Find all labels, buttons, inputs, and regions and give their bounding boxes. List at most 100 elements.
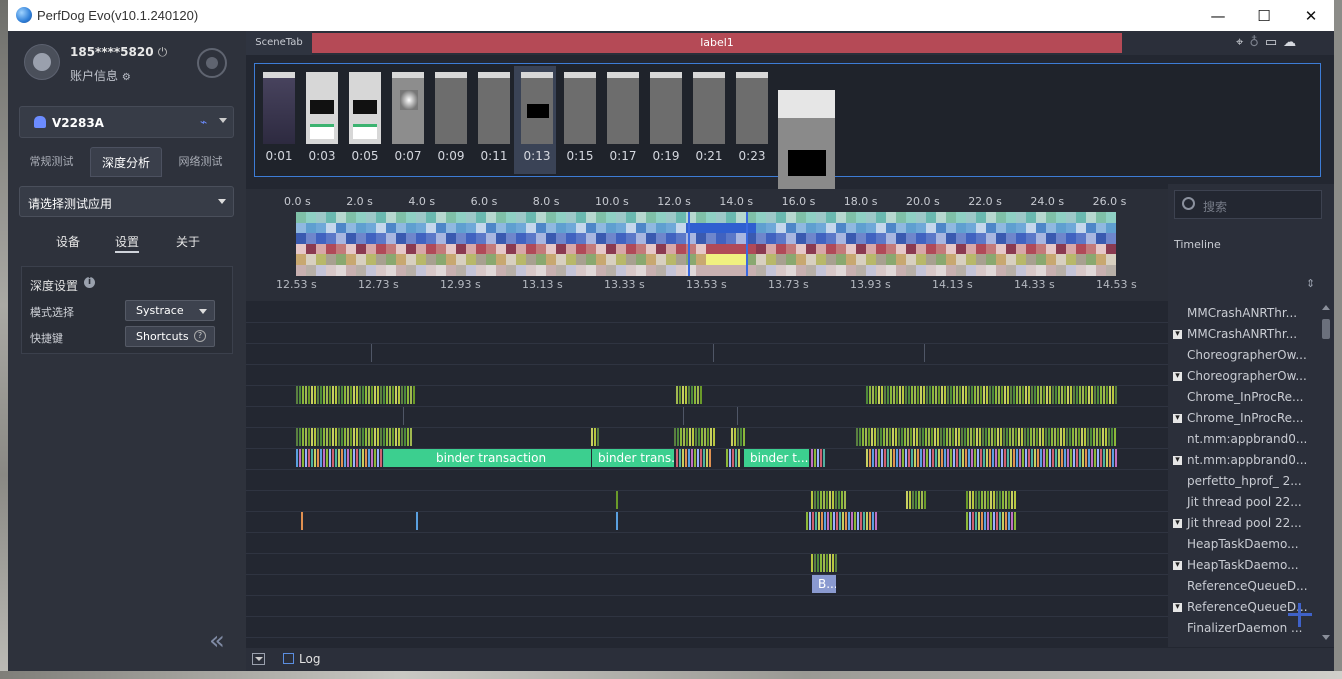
trace-track-row[interactable] (246, 406, 1168, 428)
app-select-placeholder: 请选择测试应用 (28, 197, 113, 211)
thread-name-label: ChoreographerOw... (1187, 348, 1307, 362)
thread-name-row[interactable]: nt.mm:appbrand0... (1168, 429, 1318, 450)
thread-name-row[interactable]: Chrome_InProcRe... (1168, 387, 1318, 408)
trace-track-row[interactable] (246, 490, 1168, 512)
trace-track-row[interactable] (246, 511, 1168, 533)
mode-select-value: Systrace (136, 304, 184, 317)
binder-slice-1[interactable]: binder transaction (384, 449, 591, 467)
chevron-down-icon (255, 657, 263, 661)
b-slice[interactable]: B... (812, 575, 836, 593)
trace-track-row[interactable] (246, 322, 1168, 344)
trace-track-row[interactable] (246, 616, 1168, 638)
thumbnail-time-label: 0:23 (738, 149, 766, 163)
time-tick-label: 12.0 s (657, 195, 691, 208)
cloud-icon[interactable]: ☁ (1283, 35, 1302, 50)
log-checkbox[interactable] (283, 653, 294, 664)
screenshot-thumbnail[interactable] (521, 72, 553, 144)
location-pin-icon[interactable]: ⌖ (1236, 35, 1249, 50)
binder-slice-2[interactable]: binder trans... (592, 449, 674, 467)
trace-track-row[interactable] (246, 574, 1168, 596)
screenshot-thumbnail[interactable] (736, 72, 768, 144)
trace-track-row[interactable] (246, 469, 1168, 491)
screenshot-thumbnail[interactable] (650, 72, 682, 144)
thread-name-row[interactable]: ▾ Jit thread pool 22... (1168, 513, 1318, 534)
screenshot-thumbnail[interactable] (478, 72, 510, 144)
thread-name-row[interactable]: perfetto_hprof_ 2... (1168, 471, 1318, 492)
deep-settings-title: 深度设置 (30, 279, 79, 293)
collapse-panel-icon[interactable]: « (209, 628, 225, 654)
thread-name-row[interactable]: MMCrashANRThr... (1168, 303, 1318, 324)
thread-name-row[interactable]: ▾ nt.mm:appbrand0... (1168, 450, 1318, 471)
thread-name-row[interactable]: Jit thread pool 22... (1168, 492, 1318, 513)
search-input[interactable]: 搜索 (1174, 190, 1322, 219)
thumbnail-time-label: 0:19 (652, 149, 680, 163)
thread-name-row[interactable]: ▾ Chrome_InProcRe... (1168, 408, 1318, 429)
lightbulb-icon[interactable]: ♁ (1249, 35, 1265, 50)
thread-name-row[interactable]: ▾ HeapTaskDaemo... (1168, 555, 1318, 576)
maximize-button[interactable]: ☐ (1241, 0, 1287, 31)
expand-icon[interactable]: ▾ (1173, 519, 1182, 528)
thread-name-row[interactable]: HeapTaskDaemo... (1168, 534, 1318, 555)
screenshot-thumbnail[interactable] (564, 72, 596, 144)
scroll-up-icon[interactable] (1322, 305, 1330, 310)
close-button[interactable]: ✕ (1288, 0, 1334, 31)
info-icon[interactable]: i (84, 277, 95, 288)
expand-icon[interactable]: ▾ (1173, 330, 1182, 339)
mode-select[interactable]: Systrace (125, 300, 215, 321)
screenshot-strip[interactable]: 0:01 0:03 0:05 0:07 0:09 0:11 0:13 0:15 0:17 0:19… (254, 63, 1321, 219)
shortcuts-button[interactable]: Shortcuts ? (125, 326, 215, 347)
trace-track-row[interactable] (246, 343, 1168, 365)
trace-track-row[interactable] (246, 532, 1168, 554)
expand-icon[interactable]: ▾ (1173, 603, 1182, 612)
cpu-heatmap[interactable] (296, 212, 1116, 276)
screenshot-thumbnail[interactable] (435, 72, 467, 144)
scroll-thumb[interactable] (1322, 319, 1330, 339)
panel-toggle-button[interactable] (252, 653, 265, 665)
expand-icon[interactable]: ▾ (1173, 414, 1182, 423)
folder-icon[interactable]: ▭ (1265, 35, 1283, 50)
subtab-device[interactable]: 设备 (56, 233, 80, 250)
thread-name-row[interactable]: ▾ ChoreographerOw... (1168, 366, 1318, 387)
trace-tracks[interactable]: binder transactionbinder trans... binder … (246, 301, 1168, 647)
scroll-down-icon[interactable] (1322, 635, 1330, 640)
main-area: SceneTab label1 ⌖♁▭☁ 0:01 0:03 0:05 0:07 0:0… (246, 31, 1334, 671)
screenshot-thumbnail[interactable] (392, 72, 424, 144)
thumbnail-time-label: 0:07 (394, 149, 422, 163)
sort-icon[interactable]: ⇕ (1306, 277, 1315, 290)
subtab-about[interactable]: 关于 (176, 233, 200, 250)
device-selector[interactable]: V2283A ⌁ (19, 106, 234, 138)
thread-name-row[interactable]: ChoreographerOw... (1168, 345, 1318, 366)
power-icon[interactable]: ⏻ (158, 45, 168, 59)
subtab-settings[interactable]: 设置 (115, 233, 140, 253)
scene-tab[interactable]: SceneTab (246, 31, 312, 55)
time-ruler[interactable]: 0.0 s 2.0 s 4.0 s 6.0 s 8.0 s 10.0 s 12.0 s 14.… (246, 189, 1168, 301)
screenshot-thumbnail[interactable] (349, 72, 381, 144)
scene-label-bar[interactable]: label1 (312, 33, 1122, 53)
thread-name-row[interactable]: ▾ MMCrashANRThr... (1168, 324, 1318, 345)
screenshot-thumbnail[interactable] (306, 72, 338, 144)
binder-slice-3[interactable]: binder t... (744, 449, 809, 467)
expand-icon[interactable]: ▾ (1173, 372, 1182, 381)
minimize-button[interactable]: — (1195, 0, 1241, 31)
account-info-link[interactable]: 账户信息 ⚙ (70, 67, 131, 84)
trace-track-row[interactable] (246, 364, 1168, 386)
tab-network-test[interactable]: 网络测试 (167, 147, 234, 177)
app-select[interactable]: 请选择测试应用 (19, 186, 234, 217)
trace-track-row[interactable] (246, 595, 1168, 617)
title-bar: PerfDog Evo(v10.1.240120) — ☐ ✕ (8, 0, 1334, 31)
trace-track-row[interactable] (246, 553, 1168, 575)
screenshot-thumbnail[interactable] (607, 72, 639, 144)
expand-icon[interactable]: ▾ (1173, 456, 1182, 465)
tab-normal-test[interactable]: 常规测试 (19, 147, 84, 177)
avatar[interactable] (24, 44, 60, 80)
expand-icon[interactable]: ▾ (1173, 561, 1182, 570)
zoom-tick-label: 14.13 s (932, 278, 973, 291)
trace-track-row[interactable] (246, 301, 1168, 323)
screenshot-thumbnail[interactable] (263, 72, 295, 144)
vertical-scrollbar[interactable] (1318, 301, 1334, 647)
screenshot-thumbnail[interactable] (693, 72, 725, 144)
tab-deep-analysis[interactable]: 深度分析 (90, 147, 162, 177)
thread-name-row[interactable]: ReferenceQueueD... (1168, 576, 1318, 597)
zoom-tick-label: 13.33 s (604, 278, 645, 291)
record-stop-button[interactable] (197, 48, 227, 78)
